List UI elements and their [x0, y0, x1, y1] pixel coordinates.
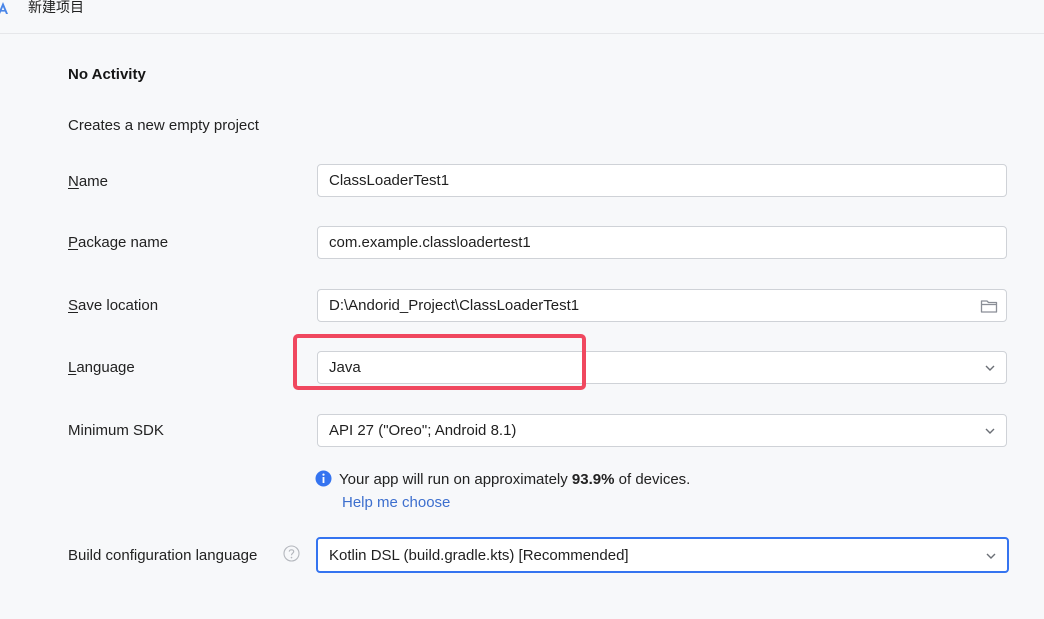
android-studio-icon	[0, 2, 8, 14]
name-value: ClassLoaderTest1	[329, 172, 450, 189]
build-config-dropdown[interactable]: Kotlin DSL (build.gradle.kts) [Recommend…	[316, 537, 1009, 573]
package-name-field[interactable]: com.example.classloadertest1	[317, 226, 1007, 259]
build-config-value: Kotlin DSL (build.gradle.kts) [Recommend…	[329, 547, 629, 564]
title-bar: 新建项目	[0, 0, 1044, 34]
language-label: Language	[68, 359, 135, 376]
save-location-label: Save location	[68, 297, 159, 314]
window-title: 新建项目	[28, 0, 84, 16]
build-config-label: Build configuration language	[68, 547, 258, 564]
chevron-down-icon	[985, 365, 995, 371]
question-mark-icon[interactable]	[283, 545, 300, 562]
sdk-coverage-percentage: 93.9%	[571, 471, 615, 488]
package-name-label: Package name	[68, 234, 169, 251]
template-heading: No Activity	[68, 66, 146, 83]
info-icon	[315, 470, 332, 487]
save-location-value: D:\Andorid_Project\ClassLoaderTest1	[329, 297, 580, 314]
template-description: Creates a new empty project	[68, 117, 259, 134]
minimum-sdk-dropdown[interactable]: API 27 ("Oreo"; Android 8.1)	[317, 414, 1007, 447]
chevron-down-icon	[985, 428, 995, 434]
minimum-sdk-label: Minimum SDK	[68, 422, 164, 439]
save-location-field[interactable]: D:\Andorid_Project\ClassLoaderTest1	[317, 289, 1007, 322]
chevron-down-icon	[986, 553, 996, 559]
minimum-sdk-value: API 27 ("Oreo"; Android 8.1)	[329, 422, 517, 439]
name-label: Name	[68, 173, 109, 190]
folder-icon[interactable]	[980, 298, 998, 314]
help-me-choose-link[interactable]: Help me choose	[342, 494, 450, 511]
sdk-coverage-text: Your app will run on approximately 93.9%…	[339, 471, 691, 488]
package-name-value: com.example.classloadertest1	[329, 234, 531, 251]
highlight-annotation	[293, 334, 586, 390]
name-field[interactable]: ClassLoaderTest1	[317, 164, 1007, 197]
